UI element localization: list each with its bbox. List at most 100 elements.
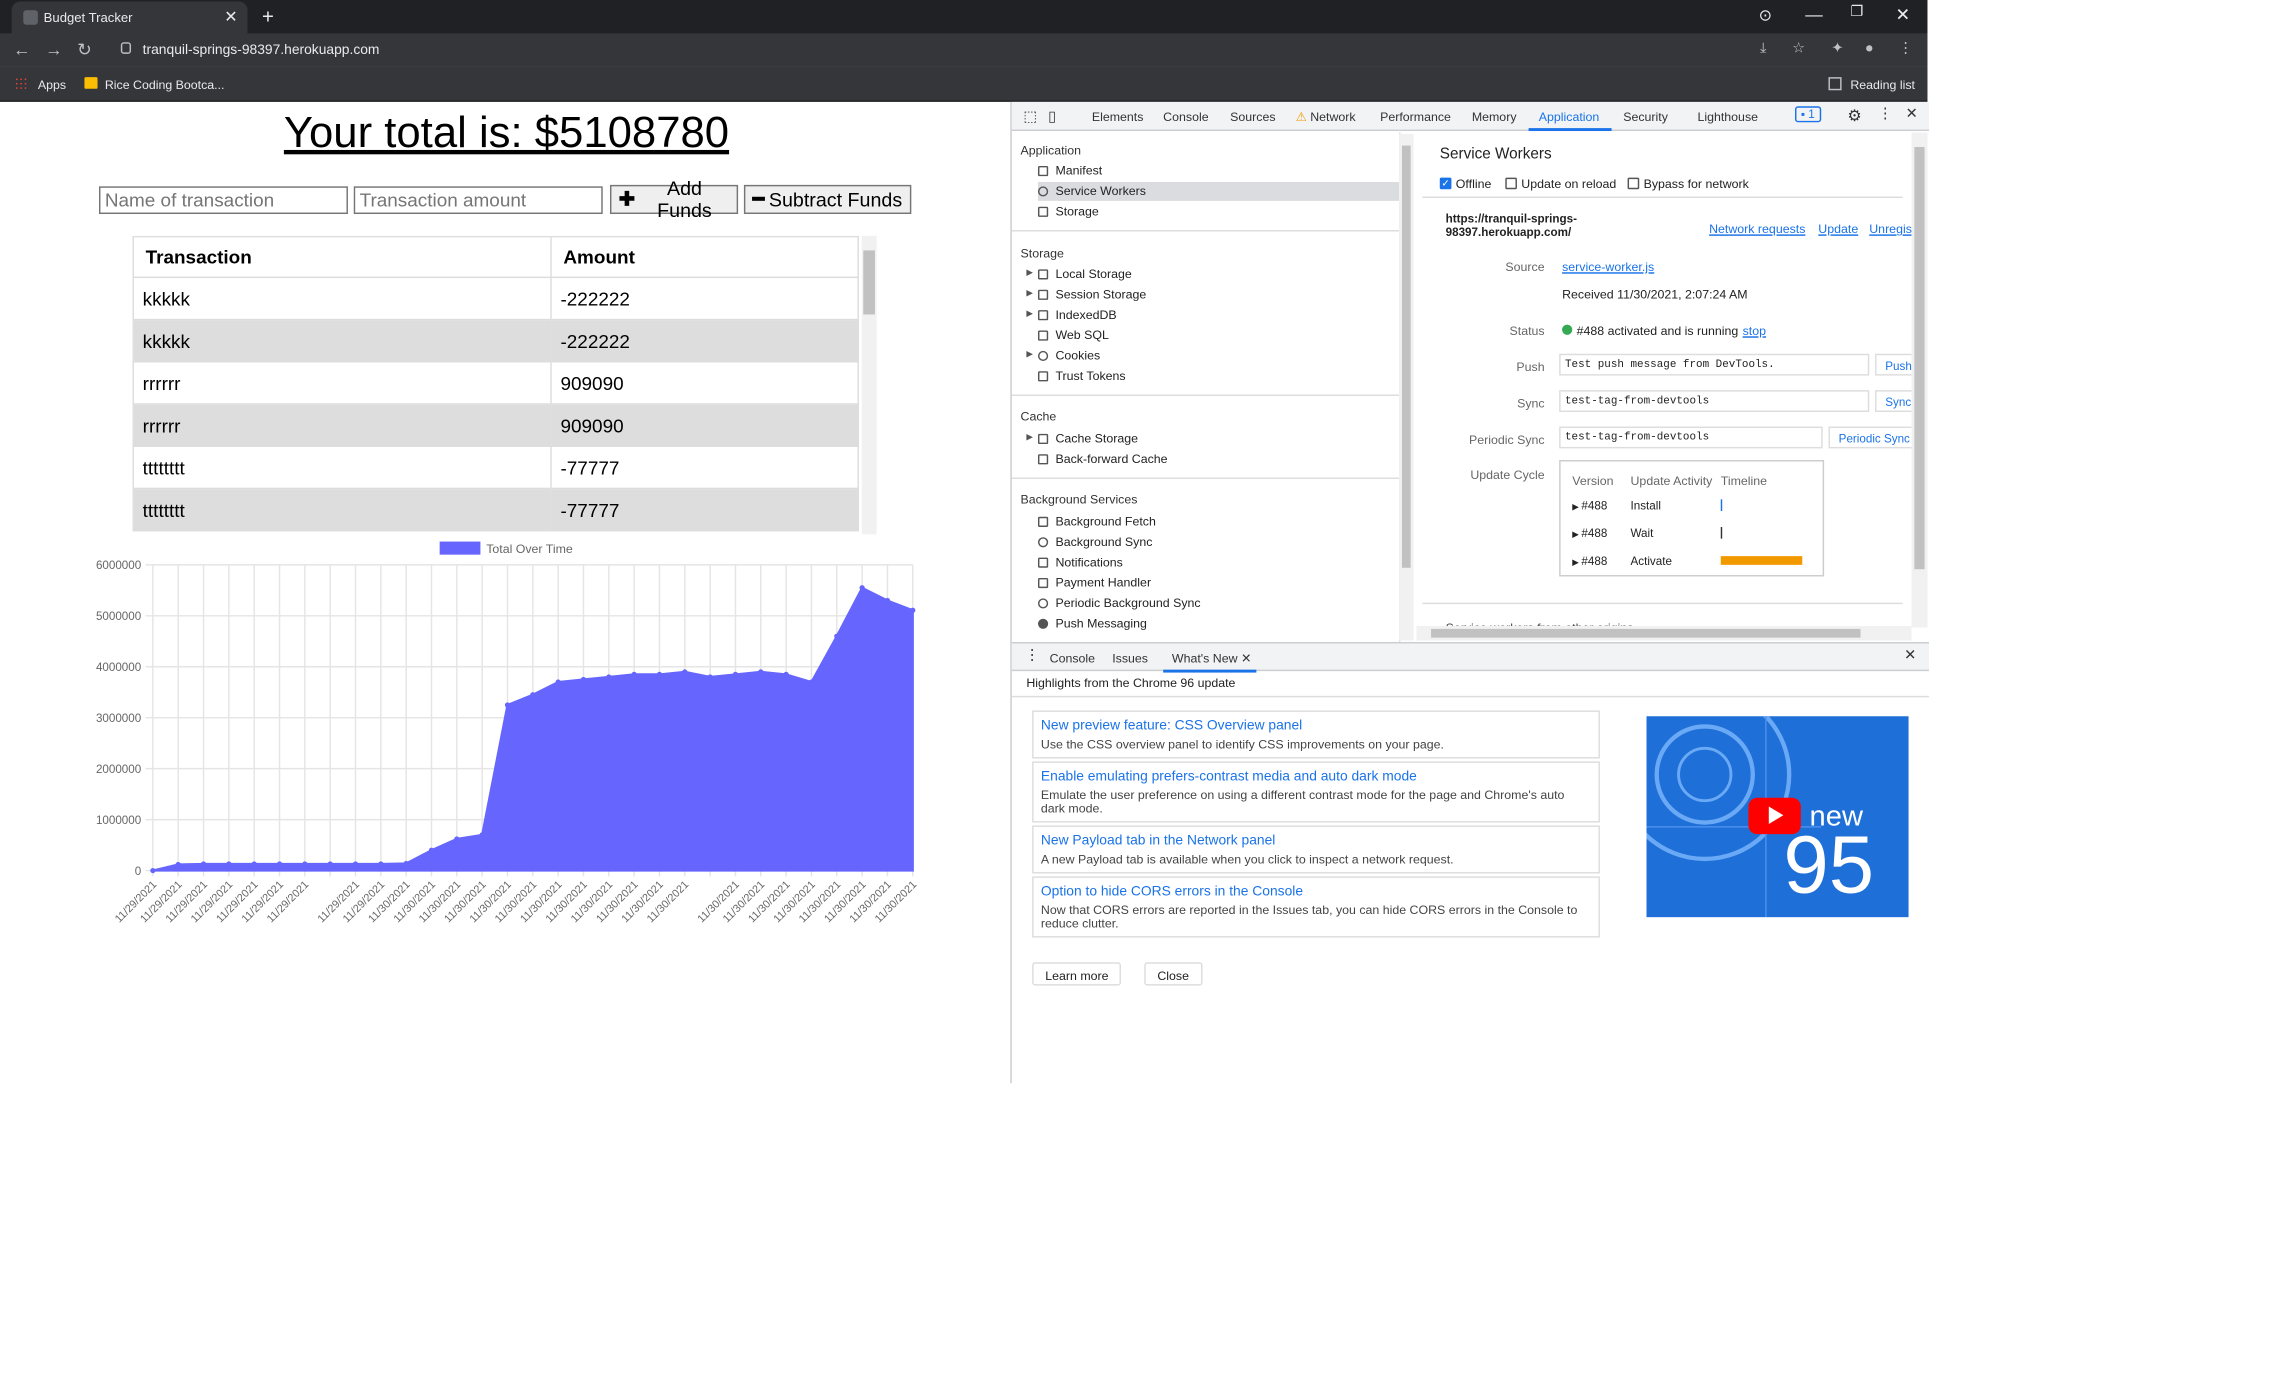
sidebar-item-cache-storage[interactable]: ▶ Cache Storage <box>1026 429 1399 448</box>
sidebar-item-trust-tokens[interactable]: Trust Tokens <box>1037 367 1399 386</box>
tab-network[interactable]: Network <box>1310 109 1355 124</box>
profile-dropdown-icon[interactable]: ⊙ <box>1759 6 1772 24</box>
extensions-icon[interactable]: ✦ <box>1831 41 1843 57</box>
drawer-menu-icon[interactable]: ⋮ <box>1025 648 1040 664</box>
sidebar-item-session-storage[interactable]: ▶ Session Storage <box>1026 285 1399 304</box>
source-link[interactable]: service-worker.js <box>1562 259 1654 274</box>
profile-icon[interactable]: ● <box>1865 41 1874 57</box>
sidebar-item-background-fetch[interactable]: Background Fetch <box>1037 512 1399 531</box>
periodic-sync-input[interactable]: test-tag-from-devtools <box>1559 426 1823 449</box>
whats-new-item[interactable]: New Payload tab in the Network panel A ne… <box>1032 825 1600 874</box>
drawer-tab-console[interactable]: Console <box>1050 651 1095 666</box>
reload-icon[interactable]: ↻ <box>77 39 92 59</box>
unregister-link[interactable]: Unregis <box>1869 221 1912 236</box>
cycle-row[interactable]: ▶ #488 Activate <box>1572 555 1672 568</box>
cycle-row[interactable]: ▶ #488 Wait <box>1572 527 1653 540</box>
panel-scrollbar-thumb[interactable] <box>1914 147 1925 570</box>
sidebar-item-web-sql[interactable]: Web SQL <box>1037 326 1399 345</box>
transaction-name-input[interactable] <box>98 186 348 215</box>
sidebar-item-indexeddb[interactable]: ▶ IndexedDB <box>1026 306 1399 325</box>
tab-performance[interactable]: Performance <box>1380 109 1451 124</box>
tab-sources[interactable]: Sources <box>1230 109 1275 124</box>
sync-input[interactable]: test-tag-from-devtools <box>1559 390 1870 412</box>
close-tab-icon[interactable]: ✕ <box>1241 651 1251 666</box>
close-devtools-icon[interactable]: ✕ <box>1906 106 1918 122</box>
settings-gear-icon[interactable]: ⚙ <box>1847 106 1861 125</box>
drawer-tab-whats-new[interactable]: What's New ✕ <box>1172 651 1251 667</box>
sidebar-item-local-storage[interactable]: ▶ Local Storage <box>1026 265 1399 284</box>
issues-badge[interactable]: ▪ 1 <box>1795 106 1821 123</box>
expand-arrow-icon[interactable]: ▶ <box>1026 285 1033 304</box>
expand-arrow-icon[interactable]: ▶ <box>1026 265 1033 284</box>
sidebar-item-notifications[interactable]: Notifications <box>1037 553 1399 572</box>
transactions-table-container[interactable]: Transaction Amount kkkkk -222222 kkkkk -22… <box>132 235 877 535</box>
whats-new-title[interactable]: Option to hide CORS errors in the Consol… <box>1041 884 1591 900</box>
push-input[interactable]: Test push message from DevTools. <box>1559 353 1870 376</box>
install-icon[interactable]: ⤓ <box>1760 41 1766 57</box>
whats-new-item[interactable]: Enable emulating prefers-contrast media … <box>1032 761 1600 823</box>
bookmark-apps[interactable]: Apps <box>38 77 66 92</box>
devtools-menu-icon[interactable]: ⋮ <box>1878 106 1893 122</box>
tab-lighthouse[interactable]: Lighthouse <box>1697 109 1758 124</box>
close-window-icon[interactable]: ✕ <box>1895 4 1910 24</box>
transaction-amount-input[interactable] <box>353 186 603 215</box>
expand-arrow-icon[interactable]: ▶ <box>1026 306 1033 325</box>
drawer-tab-issues[interactable]: Issues <box>1112 651 1148 666</box>
update-on-reload-checkbox[interactable]: Update on reload <box>1505 176 1616 191</box>
periodic-sync-button[interactable]: Periodic Sync <box>1828 426 1919 449</box>
stop-link[interactable]: stop <box>1743 323 1766 338</box>
sidebar-item-manifest[interactable]: Manifest <box>1037 162 1399 181</box>
browser-tab[interactable]: Budget Tracker ✕ <box>11 1 248 34</box>
close-tab-icon[interactable]: ✕ <box>224 7 237 26</box>
minimize-icon[interactable]: — <box>1805 4 1822 24</box>
chrome-update-video[interactable]: new 95 <box>1646 716 1909 918</box>
whats-new-item[interactable]: Option to hide CORS errors in the Consol… <box>1032 876 1600 938</box>
offline-checkbox[interactable]: ✓ Offline <box>1439 176 1491 191</box>
update-link[interactable]: Update <box>1818 221 1858 236</box>
whats-new-title[interactable]: Enable emulating prefers-contrast media … <box>1041 769 1591 785</box>
sidebar-scrollbar[interactable] <box>1399 133 1414 641</box>
sidebar-scrollbar-thumb[interactable] <box>1401 145 1411 568</box>
bookmark-item[interactable]: Rice Coding Bootca... <box>105 77 225 92</box>
reading-list[interactable]: Reading list <box>1850 77 1915 92</box>
expand-arrow-icon[interactable]: ▶ <box>1026 429 1033 448</box>
whats-new-title[interactable]: New preview feature: CSS Overview panel <box>1041 718 1591 734</box>
bypass-network-checkbox[interactable]: Bypass for network <box>1627 176 1749 191</box>
sidebar-item-periodic-background-sync[interactable]: Periodic Background Sync <box>1037 594 1399 613</box>
panel-scrollbar[interactable] <box>1911 132 1928 628</box>
sidebar-item-service-workers[interactable]: Service Workers <box>1037 181 1400 201</box>
sidebar-item-storage[interactable]: Storage <box>1037 202 1399 221</box>
menu-icon[interactable]: ⋮ <box>1898 41 1913 57</box>
whats-new-item[interactable]: New preview feature: CSS Overview panel U… <box>1032 710 1600 759</box>
subtract-funds-button[interactable]: ━ Subtract Funds <box>743 184 912 215</box>
table-scrollbar-thumb[interactable] <box>863 250 875 315</box>
network-requests-link[interactable]: Network requests <box>1709 221 1805 236</box>
add-funds-button[interactable]: ✚ Add Funds <box>609 178 739 221</box>
tab-memory[interactable]: Memory <box>1472 109 1517 124</box>
new-tab-icon[interactable]: + <box>262 4 274 27</box>
close-button[interactable]: Close <box>1144 962 1203 986</box>
tab-security[interactable]: Security <box>1623 109 1668 124</box>
forward-icon[interactable]: → <box>45 39 62 59</box>
device-toggle-icon[interactable]: ▯ <box>1048 109 1056 125</box>
back-icon[interactable]: ← <box>13 39 30 59</box>
inspect-icon[interactable]: ⬚ <box>1023 109 1037 125</box>
star-icon[interactable]: ☆ <box>1792 41 1805 57</box>
sidebar-item-payment-handler[interactable]: Payment Handler <box>1037 574 1399 593</box>
sidebar-item-push-messaging[interactable]: Push Messaging <box>1037 614 1399 633</box>
table-scrollbar[interactable] <box>861 235 877 535</box>
cycle-row[interactable]: ▶ #488 Install <box>1572 499 1661 512</box>
panel-hscroll-thumb[interactable] <box>1431 628 1861 638</box>
sidebar-item-back-forward-cache[interactable]: Back-forward Cache <box>1037 450 1399 469</box>
close-drawer-icon[interactable]: ✕ <box>1904 648 1916 664</box>
whats-new-title[interactable]: New Payload tab in the Network panel <box>1041 833 1591 849</box>
panel-horizontal-scrollbar[interactable] <box>1416 625 1912 641</box>
expand-arrow-icon[interactable]: ▶ <box>1026 346 1033 365</box>
tab-application[interactable]: Application <box>1539 109 1600 124</box>
sidebar-item-background-sync[interactable]: Background Sync <box>1037 533 1399 552</box>
sidebar-item-cookies[interactable]: ▶ Cookies <box>1026 346 1399 365</box>
tab-elements[interactable]: Elements <box>1092 109 1144 124</box>
address-bar[interactable]: tranquil-springs-98397.herokuapp.com <box>104 37 1823 63</box>
restore-icon[interactable]: ❐ <box>1850 4 1863 20</box>
learn-more-button[interactable]: Learn more <box>1032 962 1122 986</box>
